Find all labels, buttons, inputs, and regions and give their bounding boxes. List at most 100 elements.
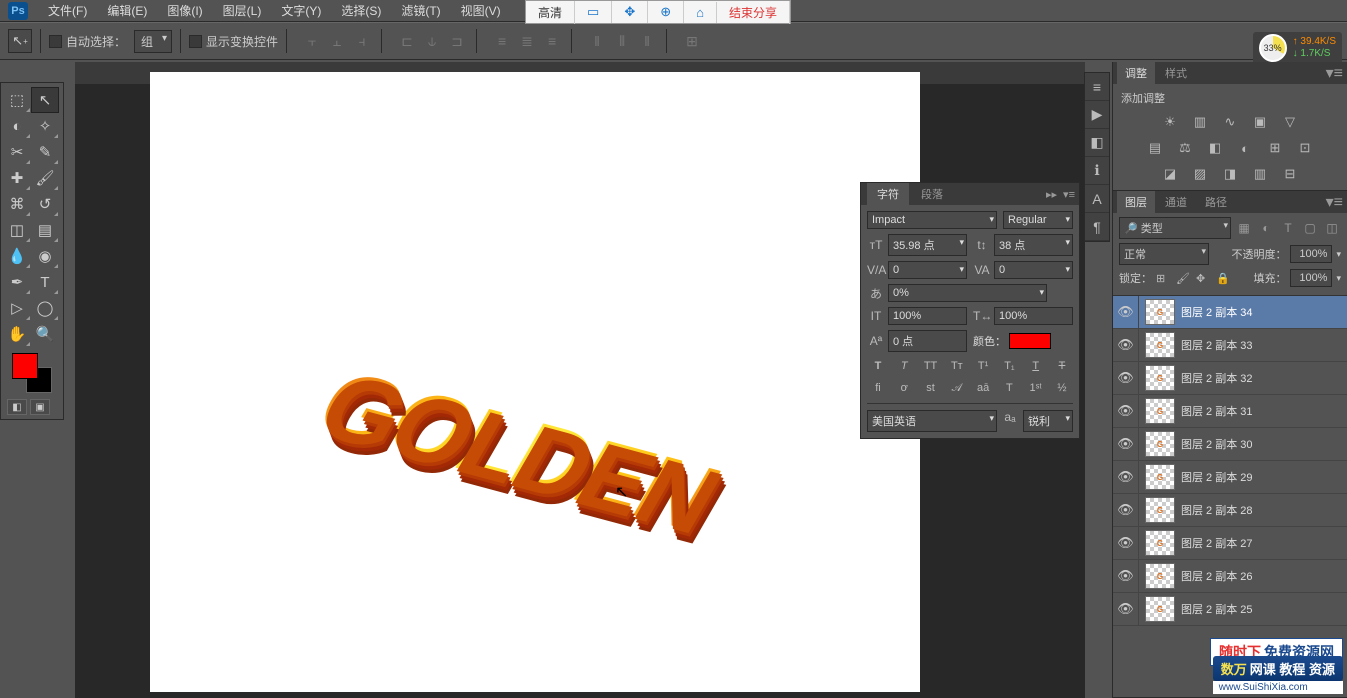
font-style-select[interactable]: Regular▾: [1003, 211, 1073, 229]
blur-tool[interactable]: 💧: [3, 243, 31, 269]
italic-button[interactable]: T: [893, 357, 915, 375]
history-brush-tool[interactable]: ↺: [31, 191, 59, 217]
tracking-input[interactable]: 0▾: [994, 261, 1073, 279]
visibility-icon[interactable]: 👁: [1113, 362, 1139, 394]
layer-thumbnail[interactable]: G: [1145, 530, 1175, 556]
panel-menu-icon[interactable]: ▾≡: [1326, 192, 1343, 212]
color-lookup-icon[interactable]: ⊡: [1294, 138, 1316, 158]
threshold-icon[interactable]: ◨: [1219, 164, 1241, 184]
distribute-right-icon[interactable]: ‖: [636, 30, 658, 52]
type-tool[interactable]: T: [31, 269, 59, 295]
share-home-icon[interactable]: ⌂: [684, 2, 717, 23]
brush-tool[interactable]: 🖌: [31, 165, 59, 191]
crop-tool[interactable]: ✂: [3, 139, 31, 165]
hscale-input[interactable]: 100%: [994, 307, 1073, 325]
align-hcenter-icon[interactable]: ⫝: [421, 30, 443, 52]
layer-item[interactable]: 👁G图层 2 副本 29: [1113, 461, 1347, 494]
layer-name[interactable]: 图层 2 副本 34: [1181, 304, 1253, 320]
layer-name[interactable]: 图层 2 副本 27: [1181, 535, 1253, 551]
curves-icon[interactable]: ∿: [1219, 112, 1241, 132]
layer-thumbnail[interactable]: G: [1145, 596, 1175, 622]
align-vcenter-icon[interactable]: ⫠: [326, 30, 348, 52]
marquee-tool[interactable]: ⬚: [3, 87, 31, 113]
move-tool-icon[interactable]: ↖+: [8, 29, 32, 53]
menu-layer[interactable]: 图层(L): [213, 2, 272, 19]
filter-pixel-icon[interactable]: ▦: [1235, 220, 1253, 236]
bold-button[interactable]: T: [867, 357, 889, 375]
layer-thumbnail[interactable]: G: [1145, 563, 1175, 589]
menu-image[interactable]: 图像(I): [157, 2, 212, 19]
align-bottom-icon[interactable]: ⫞: [351, 30, 373, 52]
layer-item[interactable]: 👁G图层 2 副本 31: [1113, 395, 1347, 428]
layer-thumbnail[interactable]: G: [1145, 464, 1175, 490]
align-left-icon[interactable]: ⊏: [396, 30, 418, 52]
auto-select-checkbox[interactable]: 自动选择：: [49, 33, 126, 50]
strikethrough-button[interactable]: T: [1051, 357, 1073, 375]
titling-button[interactable]: T: [998, 379, 1020, 397]
distribute-hcenter-icon[interactable]: ⫴: [611, 30, 633, 52]
brightness-icon[interactable]: ☀: [1159, 112, 1181, 132]
font-family-select[interactable]: Impact▾: [867, 211, 997, 229]
smallcaps-button[interactable]: Tᴛ: [946, 357, 968, 375]
layer-thumbnail[interactable]: G: [1145, 332, 1175, 358]
stamp-tool[interactable]: ⌘: [3, 191, 31, 217]
menu-view[interactable]: 视图(V): [451, 2, 511, 19]
tab-layers[interactable]: 图层: [1117, 191, 1155, 213]
fractions-button[interactable]: ½: [1051, 379, 1073, 397]
gradient-tool[interactable]: ▤: [31, 217, 59, 243]
posterize-icon[interactable]: ▨: [1189, 164, 1211, 184]
layer-filter-select[interactable]: 🔎 类型▾: [1119, 217, 1231, 239]
layer-item[interactable]: 👁G图层 2 副本 33: [1113, 329, 1347, 362]
menu-edit[interactable]: 编辑(E): [97, 2, 157, 19]
underline-button[interactable]: T: [1025, 357, 1047, 375]
visibility-icon[interactable]: 👁: [1113, 296, 1139, 328]
quick-mask-icon[interactable]: ◧: [7, 399, 27, 415]
visibility-icon[interactable]: 👁: [1113, 428, 1139, 460]
screen-mode-icon[interactable]: ▣: [30, 399, 50, 415]
tab-paths[interactable]: 路径: [1197, 191, 1235, 213]
text-color-swatch[interactable]: [1009, 333, 1051, 349]
panel-collapse-icon[interactable]: ▸▸: [1046, 188, 1057, 201]
tab-channels[interactable]: 通道: [1157, 191, 1195, 213]
tab-paragraph[interactable]: 段落: [911, 183, 953, 205]
layer-thumbnail[interactable]: G: [1145, 431, 1175, 457]
visibility-icon[interactable]: 👁: [1113, 395, 1139, 427]
tab-styles[interactable]: 样式: [1157, 62, 1195, 84]
lasso-tool[interactable]: ◐: [3, 113, 31, 139]
kerning-input[interactable]: 0▾: [888, 261, 967, 279]
layer-item[interactable]: 👁G图层 2 副本 28: [1113, 494, 1347, 527]
layer-thumbnail[interactable]: G: [1145, 497, 1175, 523]
stylistic-button[interactable]: aā: [972, 379, 994, 397]
menu-filter[interactable]: 滤镜(T): [391, 2, 450, 19]
distribute-left-icon[interactable]: ‖: [586, 30, 608, 52]
layer-name[interactable]: 图层 2 副本 31: [1181, 403, 1253, 419]
panel-menu-icon[interactable]: ▾≡: [1063, 188, 1075, 201]
layer-thumbnail[interactable]: G: [1145, 299, 1175, 325]
align-right-icon[interactable]: ⊐: [446, 30, 468, 52]
info-panel-icon[interactable]: ℹ: [1085, 157, 1109, 185]
visibility-icon[interactable]: 👁: [1113, 494, 1139, 526]
ligature-st-button[interactable]: st: [920, 379, 942, 397]
layer-thumbnail[interactable]: G: [1145, 365, 1175, 391]
distribute-vcenter-icon[interactable]: ≣: [516, 30, 538, 52]
vscale-input[interactable]: 100%: [888, 307, 967, 325]
filter-type-icon[interactable]: T: [1279, 220, 1297, 236]
layer-item[interactable]: 👁G 图层 2 副本 34: [1113, 296, 1347, 329]
layer-name[interactable]: 图层 2 副本 30: [1181, 436, 1253, 452]
visibility-icon[interactable]: 👁: [1113, 593, 1139, 625]
show-transform-checkbox[interactable]: 显示变换控件: [189, 33, 278, 50]
visibility-icon[interactable]: 👁: [1113, 527, 1139, 559]
color-balance-icon[interactable]: ⚖: [1174, 138, 1196, 158]
layer-name[interactable]: 图层 2 副本 33: [1181, 337, 1253, 353]
baseline-input[interactable]: 0 点: [888, 330, 967, 352]
ligature-fi-button[interactable]: fi: [867, 379, 889, 397]
distribute-top-icon[interactable]: ≡: [491, 30, 513, 52]
layer-item[interactable]: 👁G图层 2 副本 26: [1113, 560, 1347, 593]
properties-panel-icon[interactable]: ◧: [1085, 129, 1109, 157]
filter-smart-icon[interactable]: ◫: [1323, 220, 1341, 236]
menu-select[interactable]: 选择(S): [331, 2, 391, 19]
channel-mixer-icon[interactable]: ⊞: [1264, 138, 1286, 158]
layer-name[interactable]: 图层 2 副本 25: [1181, 601, 1253, 617]
blend-mode-select[interactable]: 正常▾: [1119, 243, 1209, 265]
eraser-tool[interactable]: ◫: [3, 217, 31, 243]
